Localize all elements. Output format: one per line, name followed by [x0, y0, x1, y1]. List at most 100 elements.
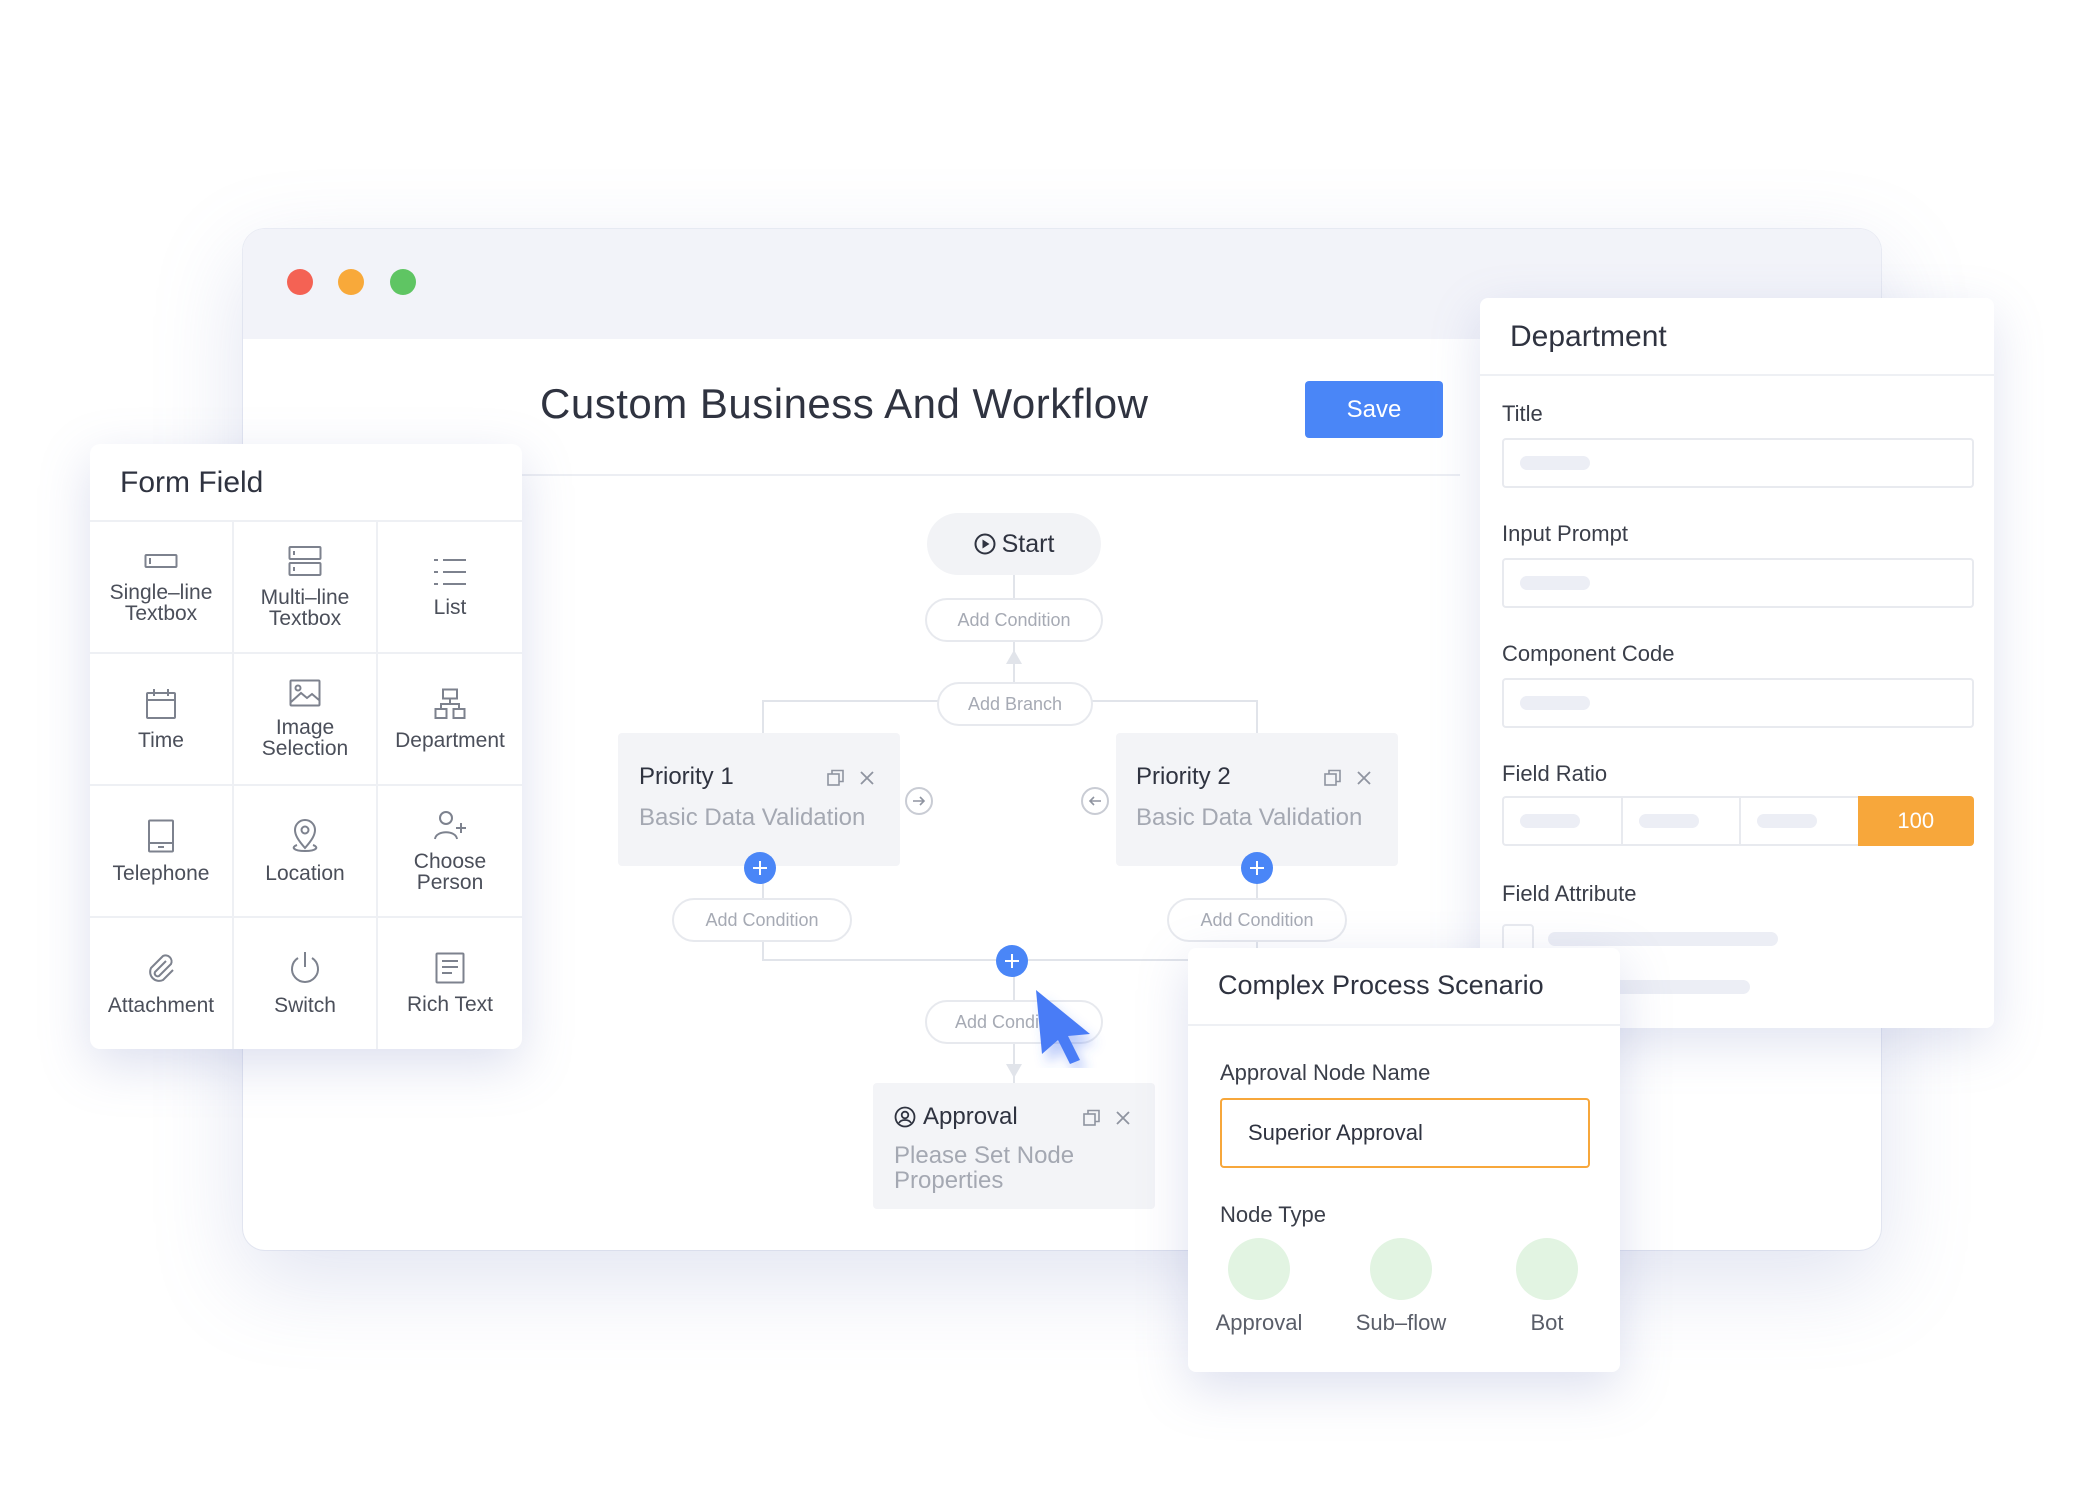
component-code-label: Component Code [1502, 641, 1675, 666]
copy-icon[interactable] [827, 769, 845, 787]
department-panel: Department Title Input Prompt Component … [1480, 298, 1994, 1028]
close-icon[interactable] [1115, 1110, 1131, 1126]
placeholder-skeleton [1520, 696, 1590, 710]
field-ratio-label: Field Ratio [1502, 761, 1608, 786]
placeholder-skeleton [1548, 932, 1778, 946]
node-name-input[interactable]: Superior Approval [1220, 1098, 1590, 1168]
add-condition-button[interactable]: Add Condition [1167, 898, 1347, 942]
arrow-right-icon [913, 796, 926, 806]
field-image-selection[interactable]: Image Selection [234, 654, 378, 786]
ratio-option[interactable] [1620, 796, 1739, 846]
panel-title: Department [1510, 320, 1667, 353]
connector-line [1256, 700, 1258, 734]
divider [1188, 1024, 1620, 1026]
plus-icon [753, 861, 767, 875]
add-node-button[interactable] [996, 945, 1028, 977]
close-icon[interactable] [859, 770, 875, 786]
connector-line [762, 700, 764, 734]
field-switch[interactable]: Switch [234, 918, 378, 1049]
branch-node-priority-2[interactable]: Priority 2 Basic Data Validation [1116, 733, 1398, 866]
add-branch-button[interactable]: Add Branch [937, 682, 1093, 726]
node-type-label: Bot [1530, 1310, 1564, 1335]
node-type-label: Sub–flow [1355, 1310, 1447, 1335]
field-label: Choose Person [413, 850, 487, 894]
minimize-window-button[interactable] [338, 269, 364, 295]
close-window-button[interactable] [287, 269, 313, 295]
move-right-button[interactable] [905, 787, 933, 815]
node-type-radio [1370, 1238, 1432, 1300]
field-label: Image Selection [261, 716, 349, 760]
input-prompt-input[interactable] [1502, 558, 1974, 608]
field-list[interactable]: List [378, 522, 522, 654]
field-choose-person[interactable]: Choose Person [378, 786, 522, 918]
add-node-button[interactable] [1241, 852, 1273, 884]
placeholder-skeleton [1610, 980, 1750, 994]
component-code-input[interactable] [1502, 678, 1974, 728]
add-node-button[interactable] [744, 852, 776, 884]
field-label: Rich Text [407, 993, 493, 1016]
calendar-icon [146, 688, 176, 719]
field-label: Time [138, 728, 184, 752]
copy-icon[interactable] [1324, 769, 1342, 787]
list-icon [434, 558, 466, 585]
placeholder-skeleton [1520, 456, 1590, 470]
branch-node-priority-1[interactable]: Priority 1 Basic Data Validation [618, 733, 900, 866]
field-label: Single–line Textbox [109, 581, 213, 625]
field-label: Telephone [112, 861, 210, 885]
add-person-icon [434, 811, 466, 840]
panel-title: Complex Process Scenario [1218, 970, 1544, 1000]
field-location[interactable]: Location [234, 786, 378, 918]
field-label: Attachment [107, 994, 215, 1017]
copy-icon[interactable] [1083, 1109, 1101, 1127]
field-rich-text[interactable]: Rich Text [378, 918, 522, 1049]
node-type-approval[interactable]: Approval [1204, 1238, 1314, 1336]
node-subtitle: Please Set Node Properties [894, 1142, 1075, 1194]
node-type-radio [1228, 1238, 1290, 1300]
close-icon[interactable] [1356, 770, 1372, 786]
multi-line-textbox-icon [288, 546, 322, 576]
org-chart-icon [434, 688, 466, 719]
divider [1480, 374, 1994, 376]
node-type-bot[interactable]: Bot [1492, 1238, 1602, 1336]
save-button[interactable]: Save [1305, 381, 1443, 438]
panel-title: Form Field [120, 466, 264, 499]
telephone-icon [148, 819, 174, 852]
arrow-left-icon [1088, 796, 1101, 806]
page-title: Custom Business And Workflow [540, 380, 1149, 427]
node-type-label: Approval [1215, 1310, 1303, 1335]
field-label: Location [265, 861, 345, 885]
field-label: Multi–line Textbox [260, 586, 350, 630]
plus-icon [1250, 861, 1264, 875]
single-line-textbox-icon [144, 554, 178, 568]
field-telephone[interactable]: Telephone [90, 786, 234, 918]
field-multi-line-textbox[interactable]: Multi–line Textbox [234, 522, 378, 654]
move-left-button[interactable] [1081, 787, 1109, 815]
field-attachment[interactable]: Attachment [90, 918, 234, 1049]
approval-node[interactable]: Approval Please Set Node Properties [873, 1083, 1155, 1209]
title-input[interactable] [1502, 438, 1974, 488]
title-divider [520, 474, 1460, 476]
location-pin-icon [292, 818, 318, 852]
field-time[interactable]: Time [90, 654, 234, 786]
add-condition-button[interactable]: Add Condition [672, 898, 852, 942]
start-node[interactable]: Start [927, 513, 1101, 575]
node-title: Priority 2 [1136, 763, 1231, 790]
ratio-option[interactable] [1502, 796, 1621, 846]
ratio-option[interactable] [1739, 796, 1858, 846]
node-name-label: Approval Node Name [1220, 1060, 1431, 1085]
mouse-cursor-icon [1036, 990, 1090, 1064]
maximize-window-button[interactable] [390, 269, 416, 295]
placeholder-skeleton [1520, 576, 1590, 590]
field-label: List [433, 595, 467, 619]
input-prompt-label: Input Prompt [1502, 521, 1628, 546]
node-type-radio [1516, 1238, 1578, 1300]
add-condition-button[interactable]: Add Condition [925, 598, 1103, 642]
start-label: Start [1001, 529, 1055, 558]
field-label: Department [395, 728, 505, 752]
node-type-label: Node Type [1220, 1202, 1327, 1227]
field-single-line-textbox[interactable]: Single–line Textbox [90, 522, 234, 654]
field-department[interactable]: Department [378, 654, 522, 786]
node-type-sub-flow[interactable]: Sub–flow [1346, 1238, 1456, 1336]
arrow-down-icon [1006, 1064, 1022, 1078]
ratio-option-selected[interactable]: 100 [1857, 796, 1974, 846]
